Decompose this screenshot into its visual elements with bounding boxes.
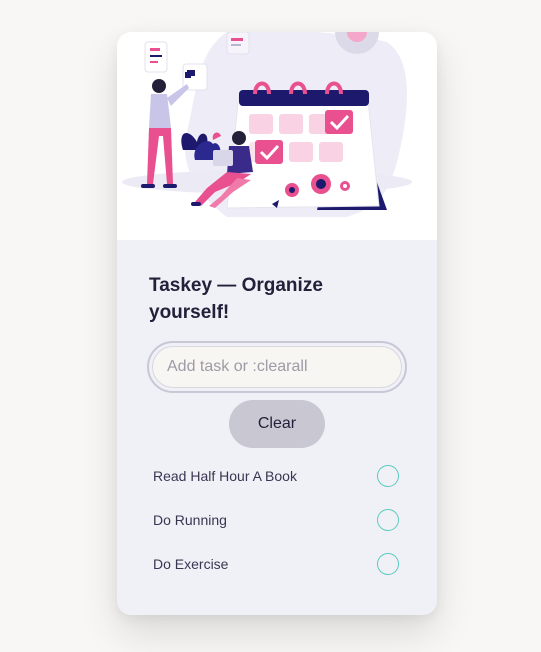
task-list: Read Half Hour A Book Do Running Do Exer… (117, 454, 437, 586)
task-label: Do Exercise (153, 556, 229, 572)
page-title: Taskey — Organize yourself! (149, 275, 323, 323)
clear-button[interactable]: Clear (229, 400, 325, 448)
calendar-illustration-icon (122, 32, 412, 217)
task-item: Do Running (117, 498, 437, 542)
task-label: Read Half Hour A Book (153, 468, 297, 484)
task-input-wrapper (147, 341, 407, 393)
task-input[interactable] (152, 346, 402, 388)
task-item: Read Half Hour A Book (117, 454, 437, 498)
task-item: Do Exercise (117, 542, 437, 586)
todo-card: Taskey — Organize yourself! Clear Read H… (117, 32, 437, 615)
hero-illustration (117, 32, 437, 240)
task-toggle-circle-icon[interactable] (377, 465, 399, 487)
task-label: Do Running (153, 512, 227, 528)
task-toggle-circle-icon[interactable] (377, 509, 399, 531)
task-toggle-circle-icon[interactable] (377, 553, 399, 575)
